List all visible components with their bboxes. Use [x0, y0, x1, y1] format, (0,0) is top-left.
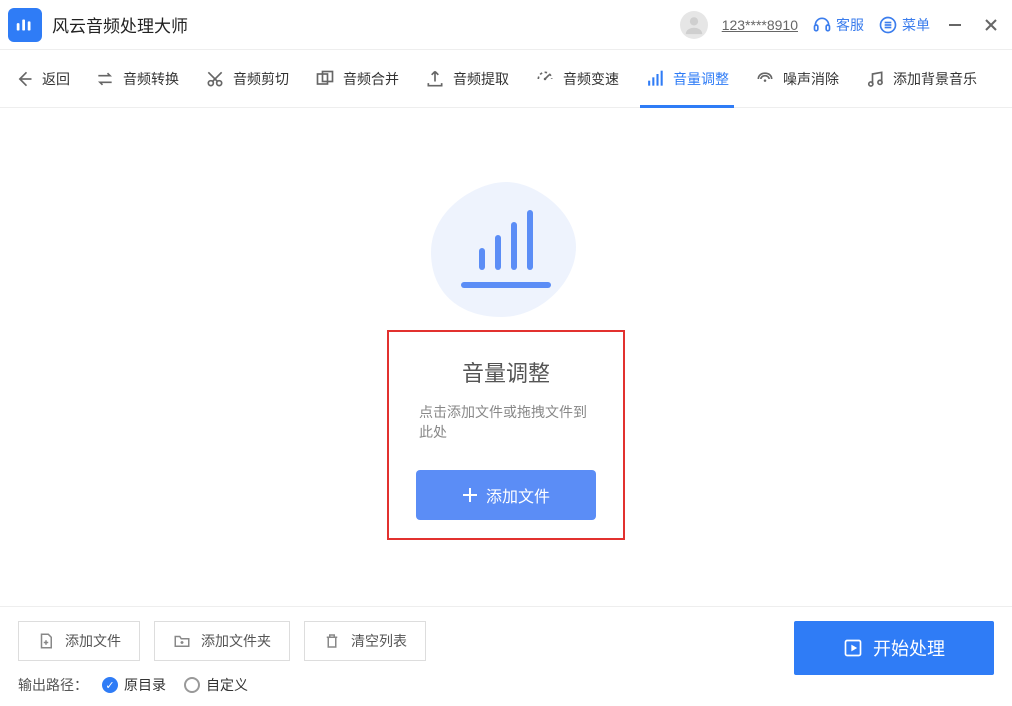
play-box-icon — [843, 638, 863, 658]
person-icon — [683, 14, 705, 36]
extract-icon — [425, 69, 445, 89]
add-file-hero-label: 添加文件 — [486, 483, 550, 507]
start-process-label: 开始处理 — [873, 635, 945, 661]
close-button[interactable] — [980, 14, 1002, 36]
hero-bars-icon — [479, 210, 533, 270]
volume-bars-icon — [645, 69, 665, 89]
tab-merge-label: 音频合并 — [343, 69, 399, 89]
tab-extract[interactable]: 音频提取 — [412, 50, 522, 108]
tab-merge[interactable]: 音频合并 — [302, 50, 412, 108]
plus-icon — [462, 487, 478, 503]
output-path-label: 输出路径： — [18, 675, 88, 695]
minimize-button[interactable] — [944, 14, 966, 36]
main-area: 音量调整 点击添加文件或拖拽文件到此处 添加文件 — [0, 108, 1012, 606]
clear-list-button[interactable]: 清空列表 — [304, 621, 426, 661]
radio-original-dir[interactable]: 原目录 — [102, 675, 166, 695]
support-label: 客服 — [836, 15, 864, 35]
tab-volume-label: 音量调整 — [673, 69, 729, 89]
folder-plus-icon — [173, 632, 191, 650]
radio-dot-icon — [184, 677, 200, 693]
avatar[interactable] — [680, 11, 708, 39]
menu-circle-icon — [878, 15, 898, 35]
add-file-button[interactable]: 添加文件 — [18, 621, 140, 661]
tab-bgm-label: 添加背景音乐 — [893, 69, 977, 89]
menu-label: 菜单 — [902, 15, 930, 35]
output-radio-group: 原目录 自定义 — [102, 675, 248, 695]
drop-panel[interactable]: 音量调整 点击添加文件或拖拽文件到此处 添加文件 — [387, 330, 625, 540]
panel-subtitle: 点击添加文件或拖拽文件到此处 — [419, 402, 593, 442]
menu-button[interactable]: 菜单 — [878, 15, 930, 35]
hero: 音量调整 点击添加文件或拖拽文件到此处 添加文件 — [387, 174, 625, 540]
add-file-label: 添加文件 — [65, 631, 121, 651]
speed-icon — [535, 69, 555, 89]
clear-list-label: 清空列表 — [351, 631, 407, 651]
logo-bars-icon — [14, 14, 36, 36]
minimize-icon — [948, 18, 962, 32]
tab-cut[interactable]: 音频剪切 — [192, 50, 302, 108]
denoise-icon — [755, 69, 775, 89]
tab-cut-label: 音频剪切 — [233, 69, 289, 89]
tab-denoise-label: 噪声消除 — [783, 69, 839, 89]
titlebar: 风云音频处理大师 123****8910 客服 菜单 — [0, 0, 1012, 50]
add-file-hero-button[interactable]: 添加文件 — [416, 470, 596, 520]
radio-custom-label: 自定义 — [206, 675, 248, 695]
close-icon — [984, 18, 998, 32]
app-title: 风云音频处理大师 — [52, 12, 188, 37]
radio-dot-icon — [102, 677, 118, 693]
user-id-link[interactable]: 123****8910 — [722, 17, 798, 33]
start-process-button[interactable]: 开始处理 — [794, 621, 994, 675]
radio-original-label: 原目录 — [124, 675, 166, 695]
toolbar: 返回 音频转换 音频剪切 音频合并 音频提取 音频变速 音量调整 噪声消除 添加… — [0, 50, 1012, 108]
back-button[interactable]: 返回 — [14, 50, 82, 108]
hero-illustration — [421, 174, 591, 324]
music-icon — [865, 69, 885, 89]
tab-bgm[interactable]: 添加背景音乐 — [852, 50, 990, 108]
tab-denoise[interactable]: 噪声消除 — [742, 50, 852, 108]
file-plus-icon — [37, 632, 55, 650]
add-folder-label: 添加文件夹 — [201, 631, 271, 651]
support-button[interactable]: 客服 — [812, 15, 864, 35]
tab-speed[interactable]: 音频变速 — [522, 50, 632, 108]
headset-icon — [812, 15, 832, 35]
scissors-icon — [205, 69, 225, 89]
convert-icon — [95, 69, 115, 89]
tab-convert-label: 音频转换 — [123, 69, 179, 89]
arrow-left-icon — [14, 69, 34, 89]
radio-custom-dir[interactable]: 自定义 — [184, 675, 248, 695]
app-logo — [8, 8, 42, 42]
back-label: 返回 — [42, 69, 70, 89]
panel-title: 音量调整 — [462, 356, 550, 388]
tab-extract-label: 音频提取 — [453, 69, 509, 89]
add-folder-button[interactable]: 添加文件夹 — [154, 621, 290, 661]
tab-volume[interactable]: 音量调整 — [632, 50, 742, 108]
footer: 添加文件 添加文件夹 清空列表 输出路径： 原目录 自定义 开始处 — [0, 606, 1012, 706]
merge-icon — [315, 69, 335, 89]
tab-convert[interactable]: 音频转换 — [82, 50, 192, 108]
trash-icon — [323, 632, 341, 650]
tab-speed-label: 音频变速 — [563, 69, 619, 89]
